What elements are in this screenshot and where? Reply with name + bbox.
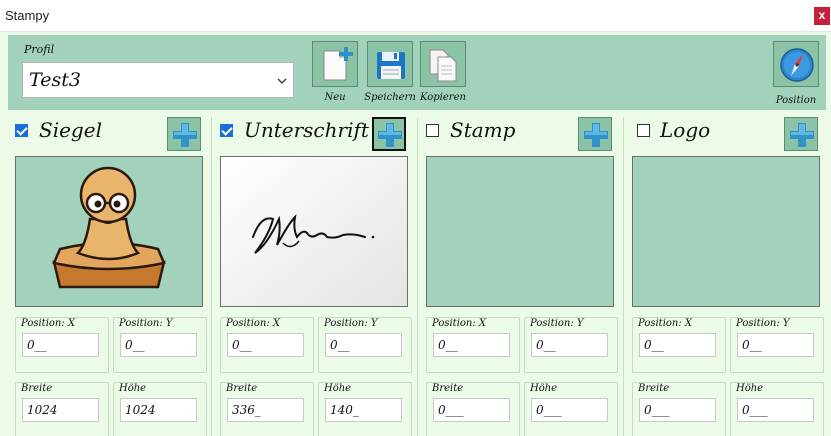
field-label: Höhe xyxy=(530,383,558,394)
field-label: Position: Y xyxy=(119,318,173,329)
new-label: Neu xyxy=(324,92,346,103)
stamp-checkbox[interactable] xyxy=(426,124,439,137)
column-header: Siegel xyxy=(15,117,213,151)
unterschrift-preview[interactable] xyxy=(220,156,408,307)
logo-width-group: Breite 0___ xyxy=(632,382,726,436)
siegel-preview[interactable] xyxy=(15,156,203,307)
siegel-pos-y-group: Position: Y 0__ xyxy=(113,317,207,373)
stamp-width-input[interactable]: 0___ xyxy=(433,398,510,422)
column-header: Unterschrift xyxy=(220,117,418,151)
stamp-add-button[interactable] xyxy=(578,117,612,151)
profile-toolbar: Profil Test3 Neu Speichern Kopieren Posi… xyxy=(8,35,826,110)
chevron-down-icon xyxy=(277,78,287,84)
unterschrift-add-button[interactable] xyxy=(372,117,406,151)
siegel-add-button[interactable] xyxy=(167,117,201,151)
profile-value: Test3 xyxy=(29,69,81,91)
unterschrift-width-input[interactable]: 336_ xyxy=(227,398,304,422)
field-label: Höhe xyxy=(736,383,764,394)
column-stamp: Stamp Position: X 0__ Position: Y 0__ Br… xyxy=(426,117,624,436)
app-body: Profil Test3 Neu Speichern Kopieren Posi… xyxy=(0,32,831,436)
column-logo: Logo Position: X 0__ Position: Y 0__ Bre… xyxy=(632,117,830,436)
field-label: Höhe xyxy=(324,383,352,394)
logo-pos-x-group: Position: X 0__ xyxy=(632,317,726,373)
siegel-height-input[interactable]: 1024 xyxy=(120,398,197,422)
field-label: Position: X xyxy=(226,318,281,329)
logo-height-group: Höhe 0___ xyxy=(730,382,824,436)
stamp-preview[interactable] xyxy=(426,156,614,307)
column-header: Logo xyxy=(632,117,830,151)
unterschrift-pos-x-group: Position: X 0__ xyxy=(220,317,314,373)
stamp-mascot-icon xyxy=(52,166,166,289)
field-label: Breite xyxy=(638,383,670,394)
logo-pos-y-input[interactable]: 0__ xyxy=(737,333,814,357)
window-title: Stampy xyxy=(5,8,50,23)
position-label: Position xyxy=(775,95,817,106)
copy-icon xyxy=(429,49,457,82)
field-label: Breite xyxy=(21,383,53,394)
profile-select[interactable]: Test3 xyxy=(22,62,294,98)
compass-icon xyxy=(780,48,814,82)
siegel-pos-x-group: Position: X 0__ xyxy=(15,317,109,373)
unterschrift-width-group: Breite 336_ xyxy=(220,382,314,436)
plus-icon xyxy=(584,123,608,147)
column-siegel: Siegel Position: X 0__ Position: Y 0__ B… xyxy=(15,117,213,436)
floppy-disk-icon xyxy=(377,52,405,79)
stamp-height-group: Höhe 0___ xyxy=(524,382,618,436)
plus-icon xyxy=(790,123,814,147)
position-button[interactable] xyxy=(773,41,819,87)
copy-button[interactable] xyxy=(420,41,466,87)
field-label: Position: X xyxy=(638,318,693,329)
column-title: Siegel xyxy=(39,118,102,142)
column-title: Logo xyxy=(660,118,711,142)
column-title: Unterschrift xyxy=(244,118,369,142)
field-label: Position: Y xyxy=(324,318,378,329)
siegel-width-input[interactable]: 1024 xyxy=(22,398,99,422)
field-label: Höhe xyxy=(119,383,147,394)
siegel-pos-y-input[interactable]: 0__ xyxy=(120,333,197,357)
logo-width-input[interactable]: 0___ xyxy=(639,398,716,422)
field-label: Breite xyxy=(432,383,464,394)
field-label: Position: Y xyxy=(736,318,790,329)
field-label: Position: X xyxy=(432,318,487,329)
siegel-height-group: Höhe 1024 xyxy=(113,382,207,436)
close-button[interactable]: x xyxy=(814,7,830,25)
logo-pos-y-group: Position: Y 0__ xyxy=(730,317,824,373)
stamp-pos-x-input[interactable]: 0__ xyxy=(433,333,510,357)
column-unterschrift: Unterschrift Position: X 0__ Position: Y… xyxy=(220,117,418,436)
column-header: Stamp xyxy=(426,117,624,151)
logo-height-input[interactable]: 0___ xyxy=(737,398,814,422)
unterschrift-pos-y-group: Position: Y 0__ xyxy=(318,317,412,373)
unterschrift-height-input[interactable]: 140_ xyxy=(325,398,402,422)
column-title: Stamp xyxy=(450,118,516,142)
copy-label: Kopieren xyxy=(420,92,466,103)
siegel-pos-x-input[interactable]: 0__ xyxy=(22,333,99,357)
plus-icon xyxy=(173,123,197,147)
unterschrift-height-group: Höhe 140_ xyxy=(318,382,412,436)
logo-preview[interactable] xyxy=(632,156,820,307)
unterschrift-pos-y-input[interactable]: 0__ xyxy=(325,333,402,357)
stamp-height-input[interactable]: 0___ xyxy=(531,398,608,422)
signature-image xyxy=(221,157,407,306)
unterschrift-pos-x-input[interactable]: 0__ xyxy=(227,333,304,357)
siegel-checkbox[interactable] xyxy=(15,124,28,137)
field-label: Breite xyxy=(226,383,258,394)
logo-checkbox[interactable] xyxy=(637,124,650,137)
field-label: Position: Y xyxy=(530,318,584,329)
new-profile-button[interactable] xyxy=(312,41,358,87)
profile-label: Profil xyxy=(24,43,55,56)
new-document-icon xyxy=(323,47,353,81)
stamp-pos-y-group: Position: Y 0__ xyxy=(524,317,618,373)
logo-pos-x-input[interactable]: 0__ xyxy=(639,333,716,357)
unterschrift-checkbox[interactable] xyxy=(220,124,233,137)
field-label: Position: X xyxy=(21,318,76,329)
siegel-width-group: Breite 1024 xyxy=(15,382,109,436)
title-bar: Stampy x xyxy=(0,0,831,32)
save-label: Speichern xyxy=(364,92,416,103)
stamp-pos-y-input[interactable]: 0__ xyxy=(531,333,608,357)
stamp-width-group: Breite 0___ xyxy=(426,382,520,436)
plus-icon xyxy=(378,123,402,147)
save-button[interactable] xyxy=(367,41,413,87)
stamp-pos-x-group: Position: X 0__ xyxy=(426,317,520,373)
logo-add-button[interactable] xyxy=(784,117,818,151)
